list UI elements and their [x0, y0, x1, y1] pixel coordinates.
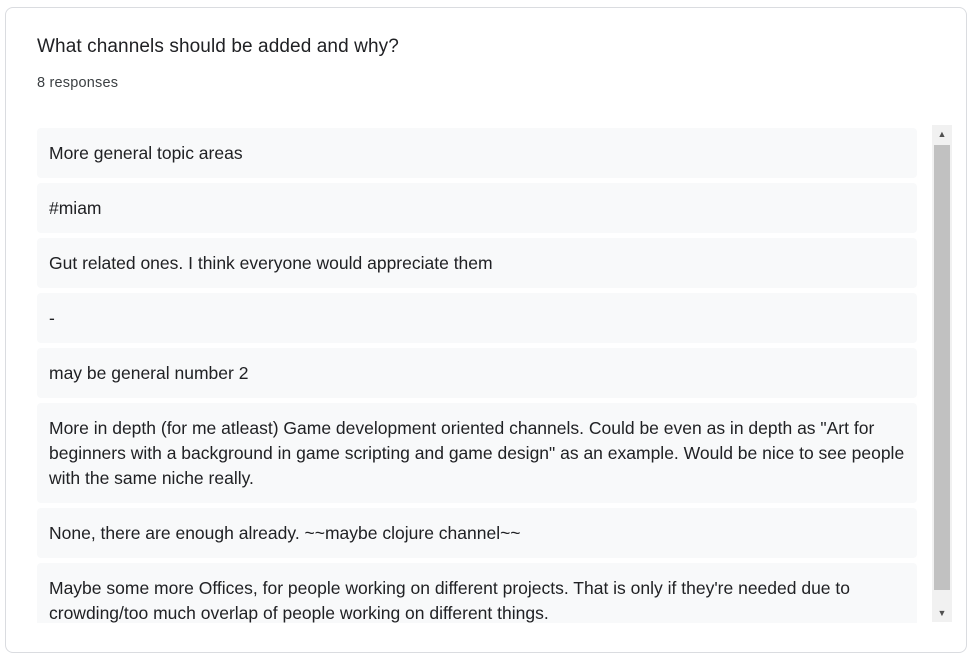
- response-list: More general topic areas #miam Gut relat…: [37, 128, 917, 623]
- response-item: may be general number 2: [37, 348, 917, 398]
- response-item: More general topic areas: [37, 128, 917, 178]
- response-item: None, there are enough already. ~~maybe …: [37, 508, 917, 558]
- response-item: -: [37, 293, 917, 343]
- response-item: #miam: [37, 183, 917, 233]
- scrollbar-thumb[interactable]: [934, 145, 950, 590]
- scroll-up-icon[interactable]: ▲: [932, 125, 952, 143]
- scroll-down-icon[interactable]: ▼: [932, 604, 952, 622]
- response-count: 8 responses: [37, 75, 119, 91]
- response-item: Maybe some more Offices, for people work…: [37, 563, 917, 623]
- response-item: More in depth (for me atleast) Game deve…: [37, 403, 917, 503]
- question-card: What channels should be added and why? 8…: [5, 7, 967, 653]
- response-item: Gut related ones. I think everyone would…: [37, 238, 917, 288]
- responses-list-viewport[interactable]: More general topic areas #miam Gut relat…: [37, 128, 917, 623]
- vertical-scrollbar[interactable]: ▲ ▼: [932, 125, 952, 622]
- question-title: What channels should be added and why?: [37, 36, 399, 57]
